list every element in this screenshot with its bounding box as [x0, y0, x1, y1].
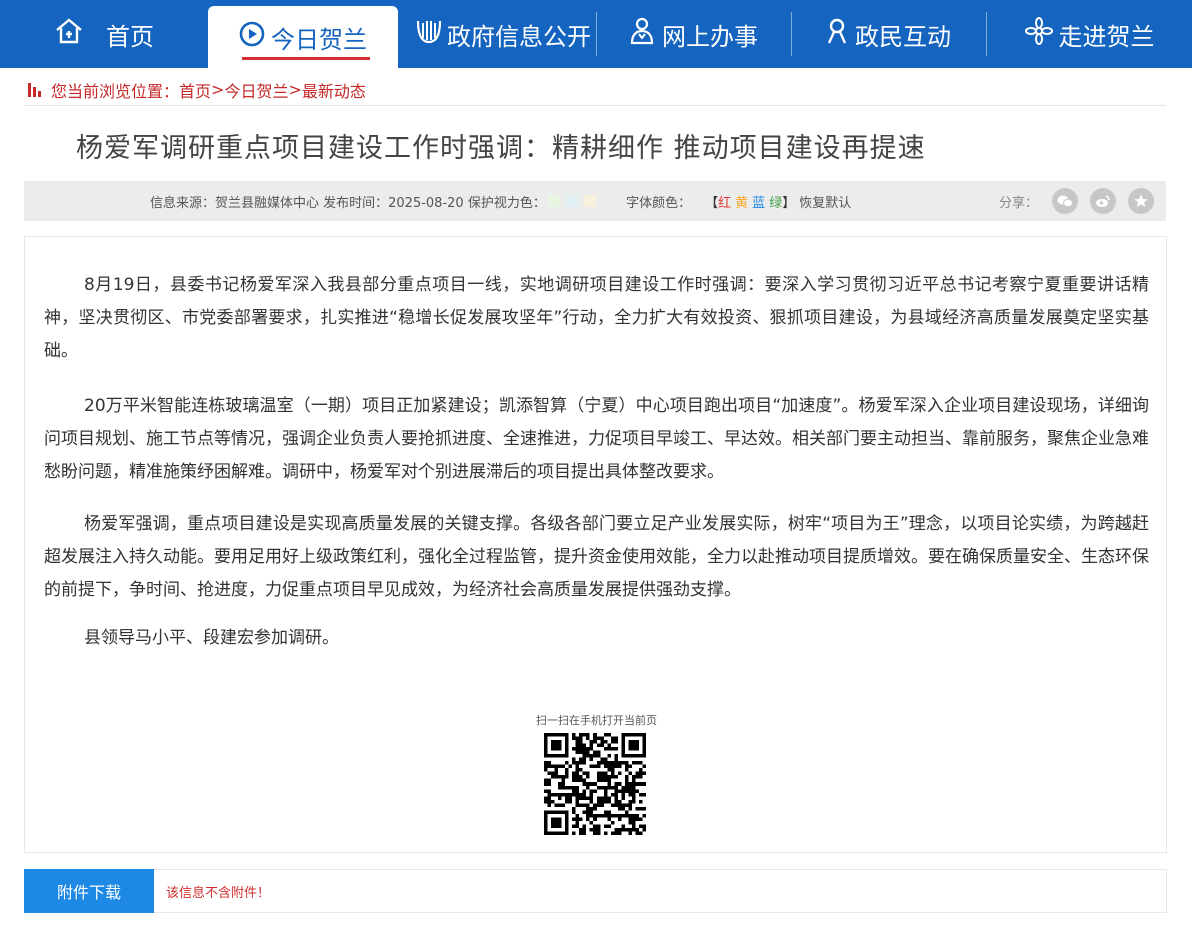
eye-color-swatch[interactable]	[547, 195, 560, 207]
font-color-blue[interactable]: 蓝	[752, 192, 765, 211]
article-paragraph: 杨爱军强调，重点项目建设是实现高质量发展的关键支撑。各级各部门要立足产业发展实际…	[44, 514, 1149, 600]
breadcrumb-separator: >	[211, 80, 225, 99]
favorite-share-icon[interactable]	[1128, 188, 1154, 214]
nav-item-label: 今日贺兰	[271, 25, 367, 54]
attachment-section: 附件下载 该信息不含附件！	[24, 869, 1167, 913]
bracket-open: 【	[705, 195, 719, 211]
share-label: 分享：	[998, 195, 1038, 211]
article-paragraph: 县领导马小平、段建宏参加调研。	[84, 628, 339, 648]
font-color-red[interactable]: 红	[718, 192, 731, 211]
eye-protection-colors	[546, 194, 597, 209]
article-content: 8月19日，县委书记杨爱军深入我县部分重点项目一线，实地调研项目建设工作时强调：…	[24, 236, 1167, 853]
nav-item-online-service[interactable]: 网上办事	[597, 0, 791, 68]
nav-item-interaction[interactable]: 政民互动	[792, 0, 986, 68]
nav-item-home[interactable]: 首页	[0, 0, 208, 68]
breadcrumb-prefix: 您当前浏览位置：	[51, 81, 180, 101]
eye-color-swatch[interactable]	[565, 195, 578, 207]
breadcrumb: 您当前浏览位置： 首页 > 今日贺兰 > 最新动态	[24, 74, 1166, 106]
article-paragraph: 8月19日，县委书记杨爱军深入我县部分重点项目一线，实地调研项目建设工作时强调：…	[44, 275, 1149, 361]
breadcrumb-separator: >	[288, 80, 302, 99]
nav-item-label: 政民互动	[855, 22, 951, 51]
font-color-label: 字体颜色：	[626, 195, 692, 211]
user-icon	[827, 18, 847, 50]
article-meta-bar: 信息来源：贺兰县融媒体中心 发布时间：2025-08-20 保护视力色： 字体颜…	[24, 181, 1166, 221]
main-nav: 首页 今日贺兰 政府信息公开 网上办事 政民互动 走进贺兰	[0, 0, 1192, 68]
article-title: 杨爱军调研重点项目建设工作时强调：精耕细作 推动项目建设再提速	[76, 133, 926, 164]
attachment-message: 该信息不含附件！	[166, 885, 271, 901]
breadcrumb-link-home[interactable]: 首页	[179, 78, 211, 102]
location-marker-icon	[28, 82, 41, 97]
weibo-share-icon[interactable]	[1090, 188, 1116, 214]
restore-default-link[interactable]: 恢复默认	[799, 192, 851, 211]
active-underline	[242, 57, 370, 60]
nav-item-label: 首页	[106, 22, 154, 51]
nav-item-label: 走进贺兰	[1058, 22, 1155, 51]
font-color-yellow[interactable]: 黄	[735, 192, 748, 211]
bracket-close: 】	[782, 195, 796, 211]
breadcrumb-link-today[interactable]: 今日贺兰	[224, 78, 288, 102]
nav-item-today[interactable]: 今日贺兰	[208, 6, 398, 68]
eye-color-swatch[interactable]	[584, 195, 597, 207]
service-icon	[630, 17, 654, 51]
nav-item-label: 网上办事	[662, 22, 758, 51]
article-source-info: 信息来源：贺兰县融媒体中心 发布时间：2025-08-20 保护视力色：	[150, 195, 546, 211]
flower-icon	[1024, 17, 1053, 51]
font-color-green[interactable]: 绿	[769, 192, 782, 211]
nav-item-label: 政府信息公开	[447, 22, 591, 51]
attachment-download-button[interactable]: 附件下载	[24, 869, 154, 913]
breadcrumb-link-latest[interactable]: 最新动态	[302, 78, 366, 102]
nav-item-visit-helan[interactable]: 走进贺兰	[987, 0, 1192, 68]
home-icon	[54, 18, 84, 50]
qr-code	[544, 733, 646, 835]
building-icon	[415, 17, 443, 51]
nav-item-gov-info[interactable]: 政府信息公开	[410, 0, 596, 68]
compass-icon	[239, 21, 265, 53]
article-paragraph: 20万平米智能连栋玻璃温室（一期）项目正加紧建设；凯添智算（宁夏）中心项目跑出项…	[44, 396, 1149, 482]
wechat-share-icon[interactable]	[1052, 188, 1078, 214]
qr-code-label: 扫一扫在手机打开当前页	[536, 714, 657, 727]
